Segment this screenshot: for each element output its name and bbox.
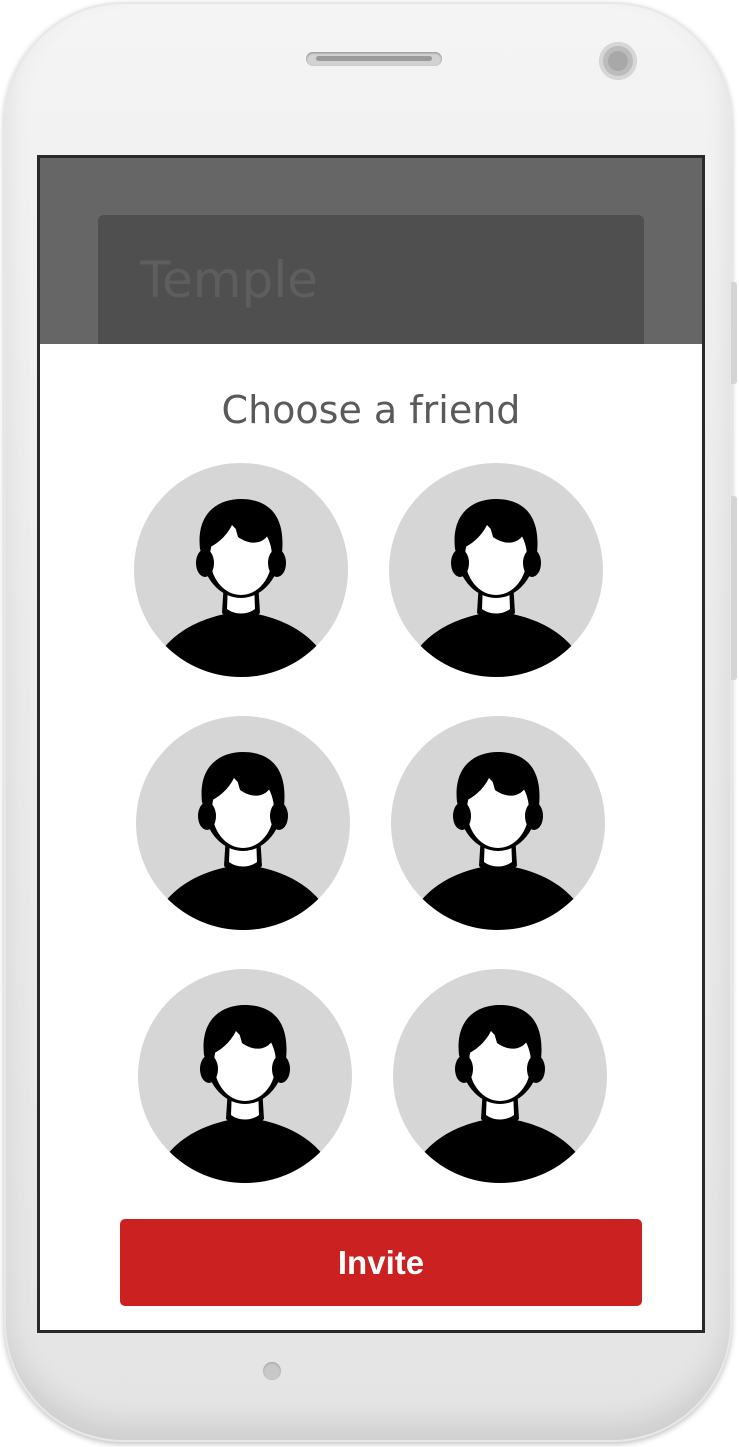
friend-avatar-3[interactable]	[136, 716, 350, 930]
friend-avatar-5[interactable]	[138, 969, 352, 1183]
background-text-field: Temple	[98, 215, 644, 355]
choose-friend-dialog: Choose a friend Invite	[40, 344, 702, 1330]
friend-avatar-1[interactable]	[134, 463, 348, 677]
person-avatar-icon	[162, 752, 324, 930]
phone-screen: Temple Choose a friend Invite	[37, 155, 705, 1333]
friend-avatar-6[interactable]	[393, 969, 607, 1183]
dialog-title: Choose a friend	[221, 388, 521, 432]
side-button-bottom	[731, 496, 737, 680]
invite-button[interactable]: Invite	[120, 1219, 642, 1306]
person-avatar-icon	[164, 1005, 326, 1183]
background-app: Temple	[40, 158, 702, 355]
front-camera	[599, 42, 637, 80]
home-button[interactable]	[263, 1362, 281, 1380]
friend-avatar-4[interactable]	[391, 716, 605, 930]
person-avatar-icon	[415, 499, 577, 677]
background-field-text: Temple	[140, 251, 318, 309]
person-avatar-icon	[419, 1005, 581, 1183]
person-avatar-icon	[417, 752, 579, 930]
side-button-top	[731, 282, 737, 384]
speaker-grille	[306, 52, 442, 66]
person-avatar-icon	[160, 499, 322, 677]
friend-avatar-2[interactable]	[389, 463, 603, 677]
